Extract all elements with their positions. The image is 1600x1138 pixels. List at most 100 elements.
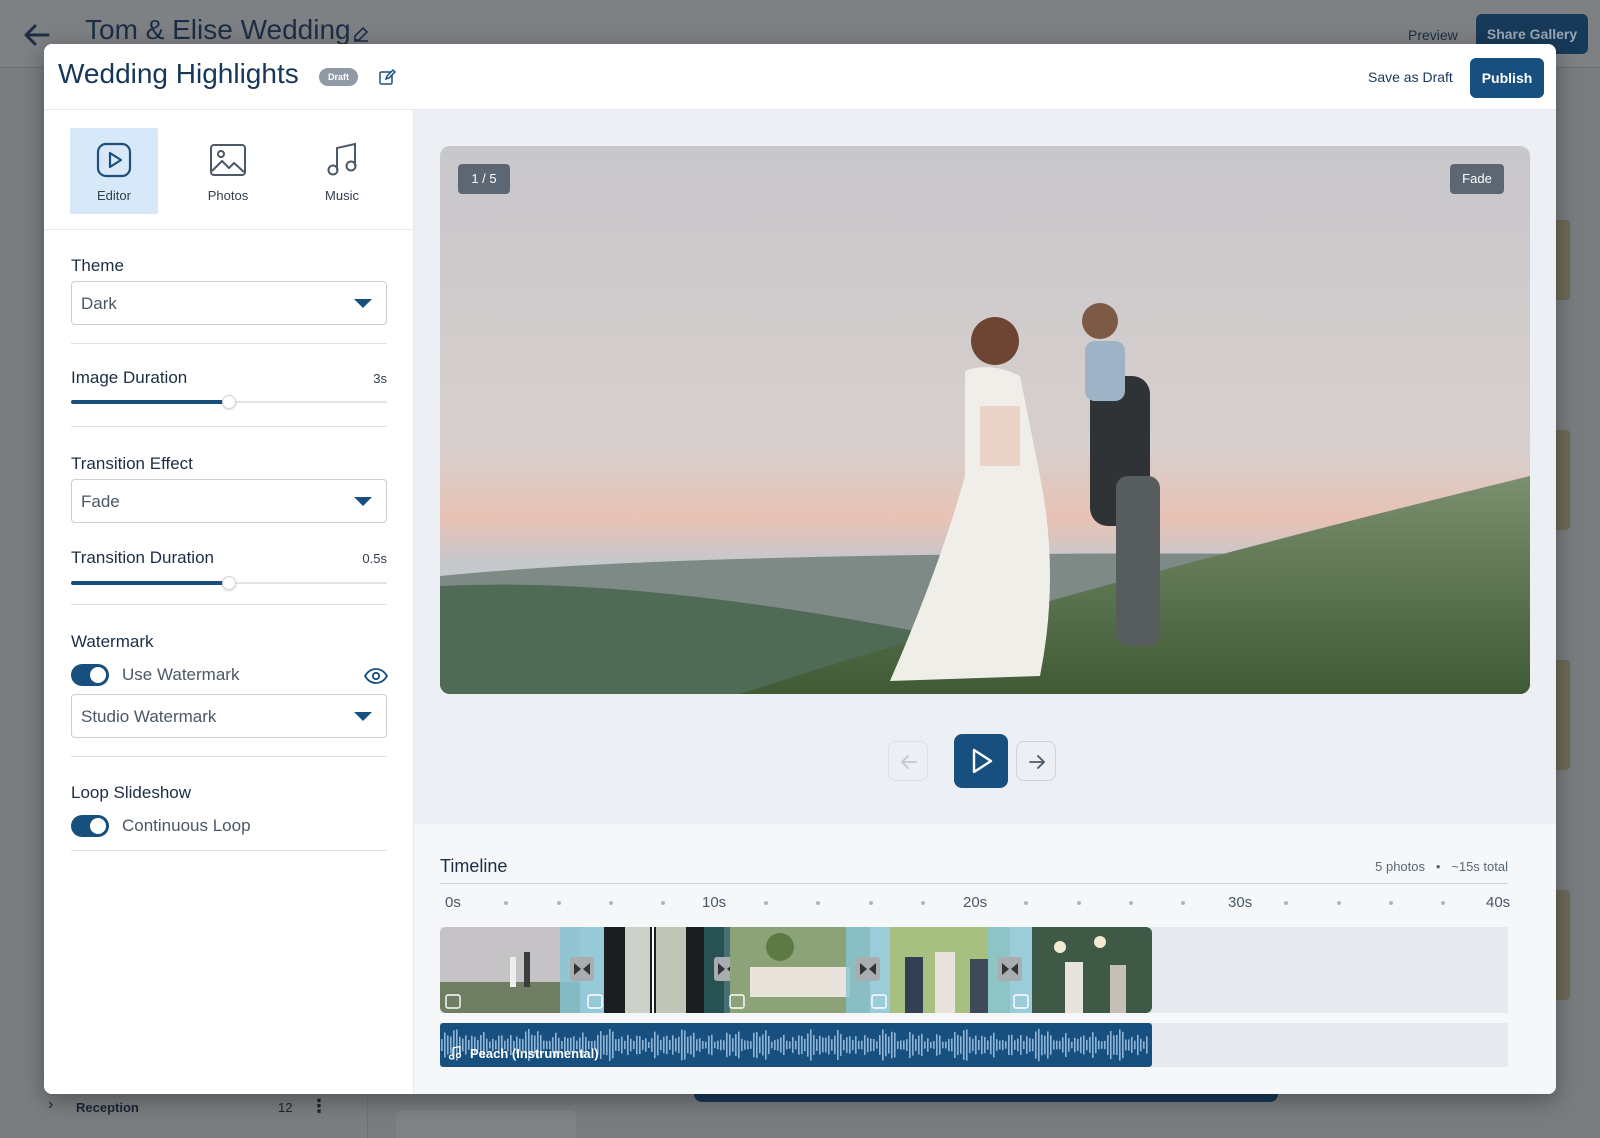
audio-track[interactable]: Peach (Instrumental) [440, 1023, 1152, 1067]
transition-effect-select[interactable]: Fade [71, 479, 387, 523]
waveform-bar [465, 1035, 467, 1055]
waveform-bar [786, 1040, 788, 1050]
photo-clips[interactable] [440, 927, 1152, 1013]
waveform-bar [765, 1030, 767, 1060]
waveform-bar [966, 1029, 968, 1061]
waveform-bar [1074, 1037, 1076, 1053]
waveform-bar [738, 1031, 740, 1059]
previous-slide-button[interactable] [888, 741, 928, 781]
tick-dot [609, 901, 613, 905]
waveform-bar [948, 1038, 950, 1052]
waveform-bar [864, 1035, 866, 1055]
divider [71, 756, 387, 757]
waveform-bar [621, 1036, 623, 1054]
waveform-bar [714, 1041, 716, 1049]
waveform-bar [927, 1038, 929, 1052]
image-duration-value: 3s [373, 371, 387, 386]
waveform-bar [834, 1035, 836, 1055]
waveform-bar [678, 1036, 680, 1054]
waveform-bar [618, 1038, 620, 1052]
waveform-bar [1131, 1036, 1133, 1054]
waveform-bar [957, 1034, 959, 1056]
music-note-icon [327, 142, 357, 176]
waveform-bar [855, 1036, 857, 1054]
continuous-loop-toggle[interactable] [71, 815, 109, 837]
waveform-bar [639, 1035, 641, 1055]
waveform-bar [1035, 1031, 1037, 1059]
edit-title-icon[interactable] [378, 68, 396, 86]
transition-duration-slider[interactable] [71, 575, 387, 591]
waveform-bar [915, 1039, 917, 1051]
timeline: Timeline 5 photos • ~15s total 0s 10s 20… [414, 824, 1556, 1094]
background-card [396, 1110, 576, 1138]
waveform-bar [879, 1035, 881, 1055]
continuous-loop-label: Continuous Loop [122, 816, 251, 835]
tick-label: 0s [445, 894, 461, 911]
image-duration-slider[interactable] [71, 394, 387, 410]
waveform-bar [762, 1034, 764, 1056]
waveform-bar [783, 1034, 785, 1056]
waveform-bar [909, 1032, 911, 1058]
waveform-bar [816, 1039, 818, 1051]
waveform-bar [846, 1037, 848, 1053]
preview-link[interactable]: Preview [1408, 27, 1458, 43]
status-badge: Draft [319, 68, 359, 86]
waveform-bar [744, 1040, 746, 1050]
publish-button[interactable]: Publish [1470, 58, 1544, 98]
waveform-bar [870, 1038, 872, 1052]
waveform-bar [897, 1041, 899, 1049]
more-vertical-icon[interactable]: ⋮ [310, 1096, 328, 1117]
slide-counter: 1 / 5 [458, 164, 510, 194]
sidebar-item-reception[interactable]: › Reception 12 ⋮ [48, 1096, 328, 1120]
waveform-bar [702, 1041, 704, 1049]
tab-photos[interactable]: Photos [184, 128, 272, 214]
waveform-bar [921, 1033, 923, 1057]
waveform-bar [756, 1031, 758, 1059]
waveform-bar [720, 1039, 722, 1051]
waveform-bar [1137, 1034, 1139, 1056]
waveform-bar [933, 1041, 935, 1049]
tick-label: 30s [1228, 894, 1253, 911]
waveform-bar [732, 1038, 734, 1052]
edit-icon[interactable] [352, 25, 370, 43]
slider-thumb[interactable] [222, 395, 236, 409]
waveform-bar [660, 1039, 662, 1051]
waveform-bar [882, 1029, 884, 1061]
next-slide-button[interactable] [1016, 741, 1056, 781]
waveform-bar [993, 1032, 995, 1058]
waveform-bar [1122, 1031, 1124, 1059]
waveform-bar [810, 1029, 812, 1061]
waveform-bar [1017, 1038, 1019, 1052]
audio-track-label: Peach (Instrumental) [470, 1046, 599, 1061]
waveform-bar [699, 1038, 701, 1052]
waveform-bar [792, 1037, 794, 1053]
theme-select[interactable]: Dark [71, 281, 387, 325]
waveform-bar [1044, 1035, 1046, 1055]
chevron-right-icon: › [48, 1096, 54, 1113]
eye-icon[interactable] [364, 667, 388, 685]
divider [71, 426, 387, 427]
waveform-bar [636, 1035, 638, 1055]
waveform-bar [648, 1041, 650, 1049]
waveform-bar [849, 1036, 851, 1054]
caret-down-icon [354, 497, 372, 506]
watermark-select[interactable]: Studio Watermark [71, 694, 387, 738]
tick-label: 40s [1486, 894, 1511, 911]
tick-dot [504, 901, 508, 905]
caret-down-icon [354, 299, 372, 308]
waveform-bar [711, 1034, 713, 1056]
play-button[interactable] [954, 734, 1008, 788]
slider-thumb[interactable] [222, 576, 236, 590]
waveform-bar [828, 1035, 830, 1055]
waveform-bar [462, 1038, 464, 1052]
use-watermark-toggle[interactable] [71, 664, 109, 686]
tab-music[interactable]: Music [298, 128, 386, 214]
tab-editor[interactable]: Editor [70, 128, 158, 214]
waveform-bar [1026, 1036, 1028, 1054]
waveform-bar [1146, 1036, 1148, 1054]
waveform-bar [822, 1037, 824, 1053]
waveform-bar [1095, 1036, 1097, 1054]
save-as-draft-button[interactable]: Save as Draft [1368, 69, 1453, 85]
watermark-value: Studio Watermark [81, 707, 217, 726]
tick-dot [1284, 901, 1288, 905]
